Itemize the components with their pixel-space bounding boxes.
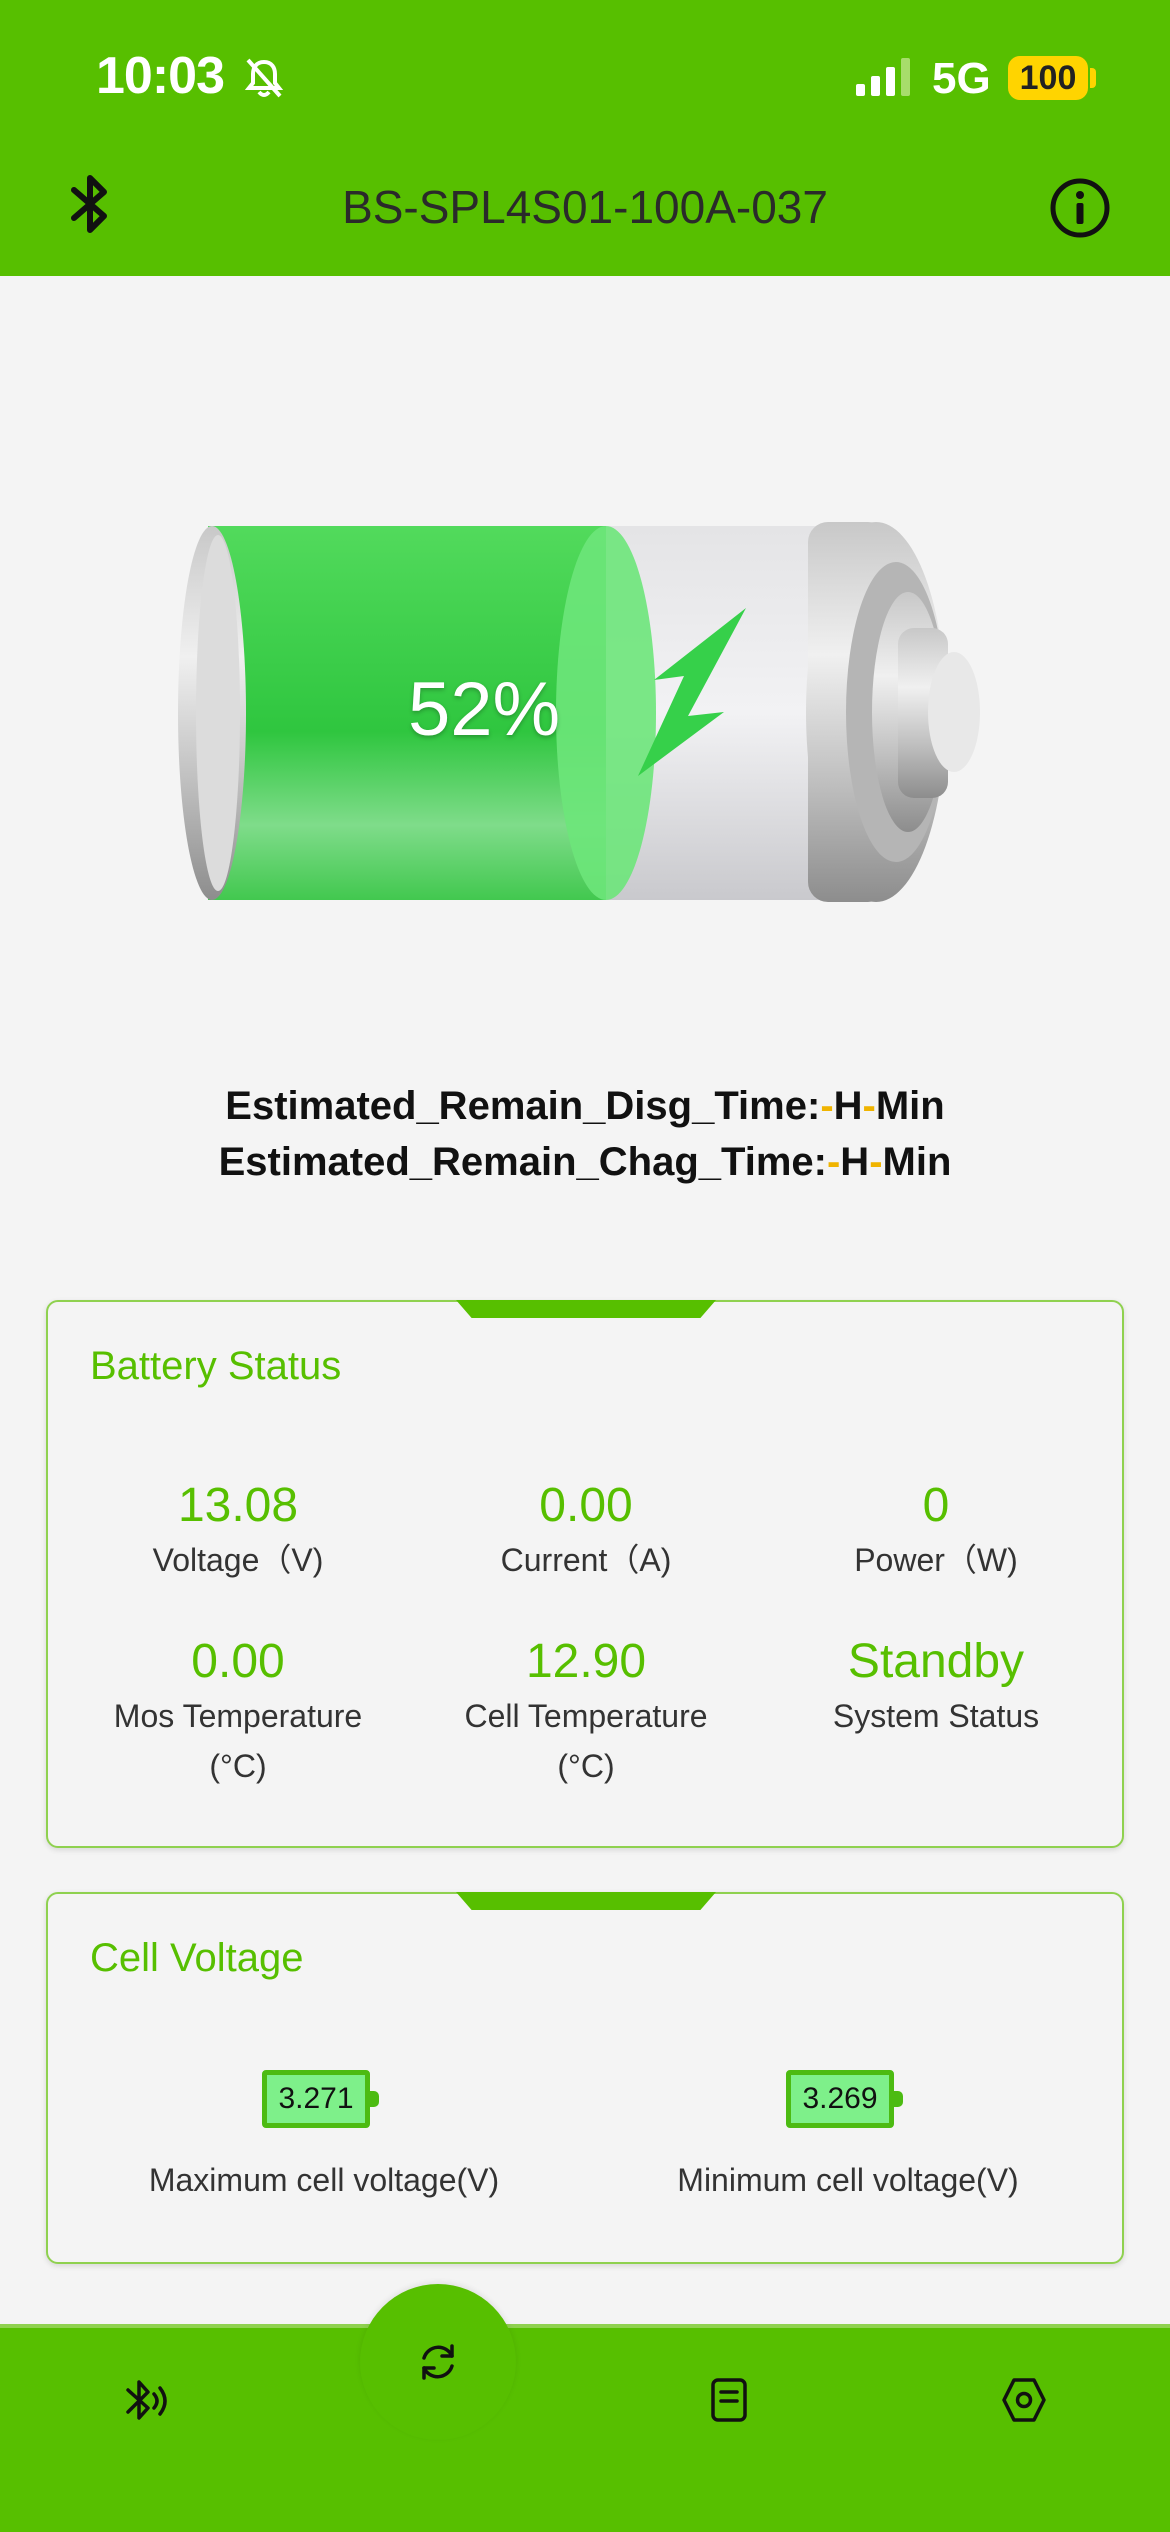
power-metric: 0 Power（W) — [854, 1479, 1018, 1578]
document-icon[interactable] — [706, 2376, 752, 2429]
card-tab-accent — [456, 1300, 716, 1318]
estimated-charge-time: Estimated_Remain_Chag_Time:-H-Min — [218, 1140, 952, 1184]
battery-nub — [1090, 68, 1096, 88]
voltage-metric: 13.08 Voltage（V) — [152, 1479, 324, 1578]
info-icon[interactable] — [1048, 176, 1112, 245]
min-cell-voltage-value: 3.269 — [786, 2070, 903, 2128]
network-type: 5G — [932, 54, 991, 103]
min-cell-voltage-label: Minimum cell voltage(V) — [677, 2162, 1019, 2198]
estimated-discharge-time: Estimated_Remain_Disg_Time:-H-Min — [225, 1084, 945, 1128]
card-tab-accent — [456, 1892, 716, 1910]
current-metric: 0.00 Current（A) — [500, 1479, 672, 1578]
cell-temperature-metric: 12.90 Cell Temperature (°C) — [464, 1635, 708, 1784]
cell-voltage-title: Cell Voltage — [90, 1936, 304, 1980]
battery-fill-end — [556, 526, 656, 900]
top-header: 10:03 5G 100 BS-SPL4S01-100A-037 — [0, 0, 1170, 276]
cell-signal-icon — [854, 58, 914, 103]
device-name: BS-SPL4S01-100A-037 — [342, 181, 828, 233]
bell-muted-icon — [242, 56, 286, 105]
charge-percent: 52% — [408, 667, 561, 752]
cell-voltage-card: Cell Voltage 3.271 Maximum cell voltage(… — [46, 1892, 1124, 2264]
bluetooth-signal-icon[interactable] — [120, 2374, 172, 2433]
max-cell-voltage-value: 3.271 — [262, 2070, 379, 2128]
mos-temperature-metric: 0.00 Mos Temperature (°C) — [113, 1635, 363, 1784]
status-time: 10:03 — [96, 47, 225, 105]
system-status-metric: Standby System Status — [832, 1635, 1040, 1734]
battery-status-title: Battery Status — [90, 1344, 342, 1388]
max-cell-voltage-label: Maximum cell voltage(V) — [148, 2162, 500, 2198]
battery-level-badge: 100 — [1008, 56, 1088, 100]
refresh-button[interactable] — [360, 2284, 516, 2440]
settings-hex-icon[interactable] — [998, 2374, 1050, 2431]
battery-graphic — [168, 516, 1008, 906]
refresh-icon — [414, 2338, 462, 2391]
battery-status-card: Battery Status 13.08 Voltage（V) 0.00 Cur… — [46, 1300, 1124, 1848]
bottom-nav — [0, 2324, 1170, 2532]
